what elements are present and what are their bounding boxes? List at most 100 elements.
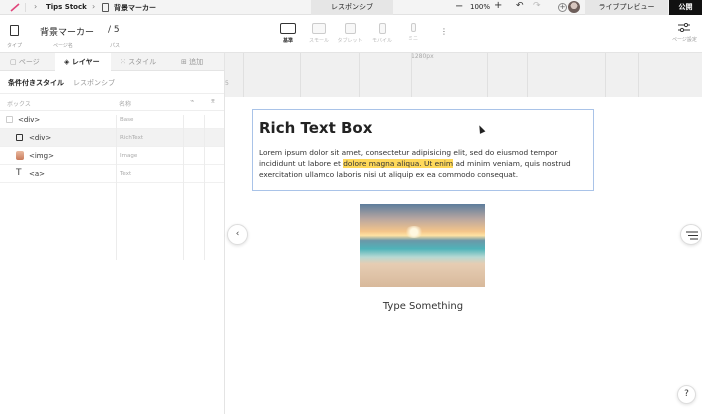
- breakpoint-ruler: 1280px 5: [225, 53, 702, 97]
- undo-icon[interactable]: ↶: [516, 1, 524, 11]
- device-small-button[interactable]: スモール: [306, 23, 332, 44]
- column-divider: [116, 115, 117, 260]
- device-label: ミニ: [407, 36, 418, 42]
- add-collaborator-icon[interactable]: +: [558, 3, 567, 12]
- link-text[interactable]: Type Something: [363, 301, 483, 312]
- layer-row[interactable]: T <a> Text: [0, 165, 224, 183]
- small-screen-icon: [312, 23, 326, 34]
- app-logo-icon[interactable]: [10, 3, 20, 12]
- ruler-tick: [605, 53, 606, 97]
- tab-label: ページ: [18, 58, 40, 66]
- publish-button[interactable]: 公開: [669, 0, 702, 15]
- page-type-icon[interactable]: [10, 25, 19, 36]
- device-base-button[interactable]: 基準: [278, 23, 298, 44]
- box-icon: [16, 134, 23, 141]
- col-box: ボックス: [7, 101, 31, 108]
- image-icon: [16, 151, 24, 160]
- ruler-width-label: 1280px: [411, 53, 434, 60]
- ruler-tick: [487, 53, 488, 97]
- path-label: パス: [110, 43, 121, 49]
- ruler-tick: [359, 53, 360, 97]
- layer-row[interactable]: <div> RichText: [0, 129, 224, 147]
- sliders-icon: [678, 23, 691, 32]
- divider: [25, 3, 26, 12]
- device-mini-button[interactable]: ミニ: [405, 23, 421, 42]
- tab-layers[interactable]: ◈ レイヤー: [55, 53, 111, 71]
- beach-image[interactable]: [360, 204, 485, 287]
- device-label: スモール: [308, 38, 329, 44]
- avatar[interactable]: [568, 1, 580, 13]
- column-divider: [183, 115, 184, 260]
- device-label: 基準: [282, 38, 293, 44]
- tablet-icon: [344, 23, 356, 34]
- ruler-edge-mark: 5: [225, 80, 229, 87]
- layer-subtabs: 条件付きスタイル レスポンシブ: [0, 71, 224, 93]
- tab-add[interactable]: ⊞ 追加: [168, 53, 225, 71]
- sidebar-tabs: ▢ ページ ◈ レイヤー ⁙ スタイル ⊞ 追加: [0, 53, 224, 71]
- tab-style[interactable]: ⁙ スタイル: [111, 53, 168, 71]
- device-tablet-button[interactable]: タブレット: [335, 23, 365, 44]
- collapse-sidebar-button[interactable]: ‹: [227, 224, 248, 245]
- zoom-in-button[interactable]: +: [494, 0, 502, 11]
- layer-class: Text: [120, 171, 132, 177]
- text-icon: T: [16, 168, 22, 178]
- type-label: タイプ: [7, 43, 23, 49]
- layer-class: RichText: [120, 135, 143, 141]
- desktop-icon: [280, 23, 296, 34]
- ruler-tick: [300, 53, 301, 97]
- responsive-tab[interactable]: レスポンシブ: [311, 0, 393, 15]
- more-options-icon[interactable]: ⋮: [440, 27, 448, 36]
- rich-text-body[interactable]: Lorem ipsum dolor sit amet, consectetur …: [259, 147, 589, 180]
- breadcrumb-project[interactable]: Tips Stock: [46, 3, 87, 11]
- mini-icon: [410, 23, 416, 32]
- zoom-level[interactable]: 100%: [470, 3, 490, 11]
- col-name: 名称: [119, 101, 132, 108]
- highlighted-text: dolore magna aliqua. Ut enim: [343, 159, 454, 168]
- path-field[interactable]: / 5: [108, 25, 120, 35]
- link-icon[interactable]: ⌁: [190, 97, 194, 105]
- left-sidebar: ▢ ページ ◈ レイヤー ⁙ スタイル ⊞ 追加 条件付きスタイル レスポンシブ…: [0, 53, 225, 414]
- layer-class: Base: [120, 117, 134, 123]
- layer-tag: <a>: [29, 170, 46, 178]
- document-icon: [102, 3, 109, 12]
- tab-label: レイヤー: [71, 58, 100, 66]
- rich-text-box[interactable]: Rich Text Box Lorem ipsum dolor sit amet…: [252, 109, 594, 191]
- column-divider: [204, 115, 205, 260]
- rich-text-title[interactable]: Rich Text Box: [259, 119, 372, 137]
- page-settings-label: ページ設定: [672, 37, 697, 43]
- layer-column-header: ボックス 名称 ⌁ ⌆: [0, 93, 224, 111]
- chevron-right-icon: ›: [34, 2, 38, 11]
- layer-tag: <div>: [18, 116, 41, 124]
- mobile-icon: [378, 23, 386, 34]
- zoom-out-button[interactable]: −: [455, 1, 463, 12]
- list-icon: [686, 231, 698, 240]
- checkbox[interactable]: [6, 116, 13, 123]
- ruler-tick: [243, 53, 244, 97]
- page-name-label: ページ名: [53, 43, 73, 49]
- subtab-conditional-style[interactable]: 条件付きスタイル: [8, 78, 64, 88]
- page-toolbar: タイプ 背景マーカー ページ名 / 5 パス 基準 スモール タブレット モバイ…: [0, 15, 702, 53]
- sun-glow: [404, 226, 424, 238]
- layer-row[interactable]: <div> Base: [0, 111, 224, 129]
- subtab-responsive[interactable]: レスポンシブ: [73, 78, 115, 88]
- live-preview-button[interactable]: ライブプレビュー: [585, 0, 668, 15]
- device-mobile-button[interactable]: モバイル: [369, 23, 395, 44]
- filter-icon[interactable]: ⌆: [210, 97, 216, 105]
- breadcrumb-page[interactable]: 背景マーカー: [114, 3, 156, 13]
- outline-toggle-button[interactable]: [680, 224, 702, 245]
- layer-row[interactable]: <img> Image: [0, 147, 224, 165]
- ruler-tick: [638, 53, 639, 97]
- layer-class: Image: [120, 153, 138, 159]
- page-name-field[interactable]: 背景マーカー: [40, 25, 94, 38]
- chevron-right-icon: ›: [92, 2, 96, 11]
- tab-label: スタイル: [128, 58, 157, 66]
- top-bar: › Tips Stock › 背景マーカー レスポンシブ − 100% + ↶ …: [0, 0, 702, 15]
- redo-icon[interactable]: ↷: [533, 1, 541, 11]
- layer-tag: <img>: [29, 152, 54, 160]
- ruler-tick: [527, 53, 528, 97]
- help-button[interactable]: ?: [677, 385, 696, 404]
- design-canvas[interactable]: 1280px 5 Rich Text Box Lorem ipsum dolor…: [225, 53, 702, 414]
- tab-page[interactable]: ▢ ページ: [0, 53, 55, 71]
- page-settings-button[interactable]: ページ設定: [672, 23, 697, 43]
- tab-label: 追加: [189, 58, 204, 66]
